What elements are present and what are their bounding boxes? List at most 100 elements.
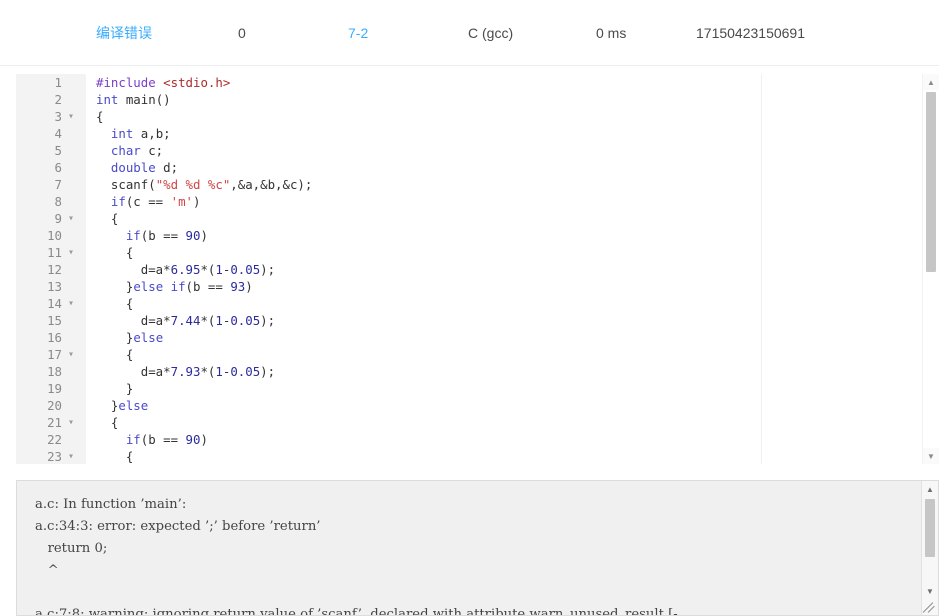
code-text[interactable]: if(b == 90) (86, 227, 208, 244)
code-fold-spacer (62, 329, 86, 346)
code-line[interactable]: 20 }else (16, 397, 919, 414)
console-vertical-scrollbar[interactable]: ▲ ▼ (921, 481, 938, 615)
code-line[interactable]: 12 d=a*6.95*(1-0.05); (16, 261, 919, 278)
code-line[interactable]: 8 if(c == 'm') (16, 193, 919, 210)
code-text[interactable]: int a,b; (86, 125, 171, 142)
code-editor[interactable]: 1 #include <stdio.h> 2 int main() 3 ▾{4 int a… (16, 74, 939, 464)
code-text[interactable]: d=a*7.93*(1-0.05); (86, 363, 275, 380)
line-number: 7 (54, 177, 62, 192)
code-line[interactable]: 22 if(b == 90) (16, 431, 919, 448)
code-line[interactable]: 11 ▾ { (16, 244, 919, 261)
line-number: 17 (47, 347, 62, 362)
code-text[interactable]: char c; (86, 142, 163, 159)
code-fold-spacer (62, 397, 86, 414)
code-token-plain: { (96, 296, 134, 311)
code-token-kw: double (110, 160, 156, 175)
code-fold-spacer (62, 125, 86, 142)
line-number: 6 (54, 160, 62, 175)
code-text[interactable]: { (86, 210, 118, 227)
code-line[interactable]: 9 ▾ { (16, 210, 919, 227)
code-text[interactable]: int main() (86, 91, 171, 108)
code-line[interactable]: 2 int main() (16, 91, 919, 108)
editor-scroll-thumb[interactable] (926, 92, 936, 272)
code-text[interactable]: }else (86, 329, 163, 346)
code-fold-toggle-icon[interactable]: ▾ (62, 295, 86, 312)
code-text[interactable]: if(c == 'm') (86, 193, 201, 210)
line-number: 23 (47, 449, 62, 464)
code-text[interactable]: { (86, 414, 118, 431)
submission-time: 0 ms (596, 25, 627, 41)
code-fold-toggle-icon[interactable]: ▾ (62, 346, 86, 363)
code-line[interactable]: 15 d=a*7.44*(1-0.05); (16, 312, 919, 329)
code-fold-spacer (62, 193, 86, 210)
code-token-plain: main() (118, 92, 171, 107)
code-line[interactable]: 16 }else (16, 329, 919, 346)
line-number: 11 (47, 245, 62, 260)
code-text[interactable]: { (86, 295, 133, 312)
code-text[interactable]: }else (86, 397, 148, 414)
console-scroll-thumb[interactable] (925, 499, 935, 557)
code-line[interactable]: 19 } (16, 380, 919, 397)
code-line[interactable]: 18 d=a*7.93*(1-0.05); (16, 363, 919, 380)
code-line[interactable]: 23 ▾ { (16, 448, 919, 464)
code-editor-inner: 1 #include <stdio.h> 2 int main() 3 ▾{4 int a… (16, 74, 939, 464)
submission-status[interactable]: 编译错误 (96, 23, 236, 43)
code-fold-spacer (62, 312, 86, 329)
code-line[interactable]: 6 double d; (16, 159, 919, 176)
code-token-inc: <stdio.h> (163, 75, 231, 90)
code-text[interactable]: }else if(b == 93) (86, 278, 253, 295)
code-line[interactable]: 4 int a,b; (16, 125, 919, 142)
code-content[interactable]: 1 #include <stdio.h> 2 int main() 3 ▾{4 int a… (16, 74, 919, 464)
scroll-down-arrow-icon[interactable]: ▼ (923, 448, 939, 464)
code-line[interactable]: 14 ▾ { (16, 295, 919, 312)
editor-scroll-track[interactable] (923, 90, 939, 448)
line-number: 19 (47, 381, 62, 396)
code-text[interactable]: d=a*7.44*(1-0.05); (86, 312, 275, 329)
code-text[interactable]: d=a*6.95*(1-0.05); (86, 261, 275, 278)
code-text[interactable]: } (86, 380, 133, 397)
code-text[interactable]: { (86, 244, 133, 261)
code-token-num: 93 (230, 279, 246, 294)
console-scroll-down-arrow-icon[interactable]: ▼ (922, 583, 938, 599)
code-fold-spacer (62, 142, 86, 159)
code-text[interactable]: { (86, 448, 133, 464)
code-text[interactable]: { (86, 346, 133, 363)
line-number: 14 (47, 296, 62, 311)
resize-handle-icon[interactable] (922, 599, 938, 615)
code-fold-toggle-icon[interactable]: ▾ (62, 448, 86, 464)
code-fold-toggle-icon[interactable]: ▾ (62, 414, 86, 431)
code-token-plain: } (96, 279, 134, 294)
code-line[interactable]: 7 scanf("%d %d %c",&a,&b,&c); (16, 176, 919, 193)
editor-vertical-scrollbar[interactable]: ▲ ▼ (922, 74, 939, 464)
code-line[interactable]: 5 char c; (16, 142, 919, 159)
problem-link[interactable]: 7-2 (348, 25, 468, 41)
code-text[interactable]: #include <stdio.h> (86, 74, 230, 91)
code-line[interactable]: 10 if(b == 90) (16, 227, 919, 244)
code-line[interactable]: 13 }else if(b == 93) (16, 278, 919, 295)
code-fold-toggle-icon[interactable]: ▾ (62, 108, 86, 125)
code-text[interactable]: if(b == 90) (86, 431, 208, 448)
code-text[interactable]: double d; (86, 159, 178, 176)
code-token-plain: ) (193, 194, 201, 209)
code-fold-toggle-icon[interactable]: ▾ (62, 210, 86, 227)
code-line[interactable]: 17 ▾ { (16, 346, 919, 363)
code-text[interactable]: { (86, 108, 103, 125)
code-token-num: 1 (215, 313, 223, 328)
line-number: 2 (54, 92, 62, 107)
code-text[interactable]: scanf("%d %d %c",&a,&b,&c); (86, 176, 312, 193)
code-token-plain: } (96, 398, 119, 413)
code-token-plain: { (96, 449, 134, 464)
code-line[interactable]: 3 ▾ { (16, 108, 919, 125)
code-token-kw: int (110, 126, 134, 141)
code-line[interactable]: 21 ▾ { (16, 414, 919, 431)
console-scroll-up-arrow-icon[interactable]: ▲ (922, 481, 938, 497)
code-fold-spacer (62, 278, 86, 295)
code-line[interactable]: 1 #include <stdio.h> (16, 74, 919, 91)
code-token-plain: { (96, 211, 119, 226)
code-fold-toggle-icon[interactable]: ▾ (62, 244, 86, 261)
compiler-output-console[interactable]: a.c: In function ’main’: a.c:34:3: error… (16, 480, 939, 616)
code-token-plain: { (96, 415, 119, 430)
scroll-up-arrow-icon[interactable]: ▲ (923, 74, 939, 90)
code-token-str: 'm' (170, 194, 193, 209)
